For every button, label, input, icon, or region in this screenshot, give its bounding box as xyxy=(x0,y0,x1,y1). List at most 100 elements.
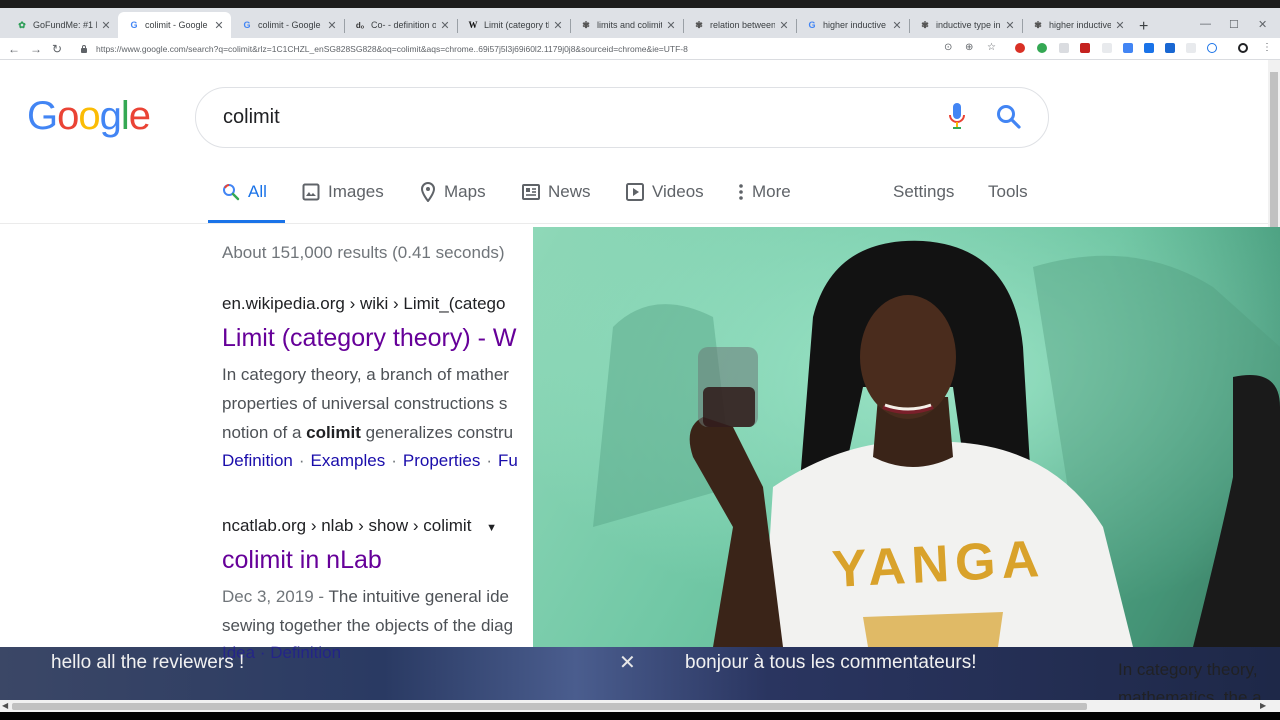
logo-letter: g xyxy=(99,94,122,138)
extension-icon[interactable] xyxy=(1037,43,1047,53)
sitelink[interactable]: Properties xyxy=(403,451,480,470)
zoom-icon[interactable]: ⊕ xyxy=(965,42,973,53)
extension-icon[interactable] xyxy=(1165,43,1175,53)
browser-toolbar: ← → ↻ https://www.google.com/search?q=co… xyxy=(0,38,1280,60)
address-bar[interactable]: https://www.google.com/search?q=colimit&… xyxy=(74,40,1004,58)
sitelink[interactable]: Examples xyxy=(311,451,386,470)
tab-more[interactable]: More xyxy=(738,182,791,202)
tab-title: limits and colimits i xyxy=(597,20,662,30)
tab-close-icon[interactable]: ✕ xyxy=(326,19,338,32)
reload-icon[interactable]: ↻ xyxy=(52,41,62,57)
google-icon: G xyxy=(130,20,138,30)
result-cite[interactable]: ncatlab.org › nlab › show › colimit ▼ xyxy=(222,516,497,536)
caret-down-icon[interactable]: ▼ xyxy=(486,522,497,534)
tab-title: colimit - Google Se xyxy=(145,20,210,30)
browser-tab[interactable]: ✾ limits and colimits i ✕ xyxy=(570,12,683,38)
browser-tab-active[interactable]: G colimit - Google Se ✕ xyxy=(118,12,231,38)
snippet-line: sewing together the objects of the diag xyxy=(222,616,514,635)
scrollbar-thumb[interactable] xyxy=(12,703,1087,710)
extension-icon[interactable] xyxy=(1059,43,1069,53)
browser-tab[interactable]: ✾ higher inductive typ ✕ xyxy=(1022,12,1132,38)
result-sitelinks: Definition · Examples · Properties · Fu xyxy=(222,451,518,471)
tab-close-icon[interactable]: ✕ xyxy=(100,19,112,32)
webcam-overlay: YANGA xyxy=(533,227,1280,647)
search-input[interactable]: colimit xyxy=(195,87,1049,148)
close-window-icon[interactable]: ✕ xyxy=(1258,18,1267,31)
google-logo[interactable]: Google xyxy=(27,94,151,139)
close-icon[interactable]: ✕ xyxy=(619,650,636,675)
tab-close-icon[interactable]: ✕ xyxy=(1114,19,1126,32)
profile-icon[interactable] xyxy=(1238,43,1248,53)
extension-icon[interactable] xyxy=(1144,43,1154,53)
screen: ✿ GoFundMe: #1 In Fu ✕ G colimit - Googl… xyxy=(0,0,1280,720)
browser-tab[interactable]: W Limit (category the ✕ xyxy=(457,12,570,38)
extension-icon[interactable] xyxy=(1186,43,1196,53)
translate-icon[interactable] xyxy=(1123,43,1133,53)
tab-close-icon[interactable]: ✕ xyxy=(439,19,451,32)
tab-all[interactable]: All xyxy=(222,182,267,202)
sitelink[interactable]: Definition xyxy=(270,643,341,662)
browser-tab[interactable]: ✾ relation between ty ✕ xyxy=(683,12,796,38)
tab-maps[interactable]: Maps xyxy=(420,182,486,202)
scroll-right-icon[interactable]: ▶ xyxy=(1260,701,1266,710)
tab-close-icon[interactable]: ✕ xyxy=(778,19,790,32)
tab-close-icon[interactable]: ✕ xyxy=(552,19,564,32)
result-cite[interactable]: en.wikipedia.org › wiki › Limit_(catego xyxy=(222,294,505,314)
tab-close-icon[interactable]: ✕ xyxy=(891,19,903,32)
result-title-link[interactable]: Limit (category theory) - W xyxy=(222,324,517,353)
bottom-frame xyxy=(0,712,1280,720)
tab-close-icon[interactable]: ✕ xyxy=(213,19,225,32)
extension-icon[interactable] xyxy=(1102,43,1112,53)
google-icon: G xyxy=(808,20,816,30)
new-tab-button[interactable]: + xyxy=(1139,19,1148,35)
tab-label: All xyxy=(248,182,267,201)
scrollbar-thumb[interactable] xyxy=(1270,72,1278,242)
sitelink[interactable]: Definition xyxy=(222,451,293,470)
banner-message-english: hello all the reviewers ! xyxy=(51,652,245,673)
browser-tab[interactable]: dₒ Co- - definition of c ✕ xyxy=(344,12,457,38)
maximize-icon[interactable]: ☐ xyxy=(1229,18,1239,31)
caption-banner: Idea · Definition hello all the reviewer… xyxy=(0,643,1280,707)
horizontal-scrollbar[interactable]: ◀ ▶ xyxy=(0,700,1280,712)
snippet-line: Dec 3, 2019 - The intuitive general ide xyxy=(222,582,513,611)
microphone-icon[interactable] xyxy=(946,101,968,133)
separator: · xyxy=(391,451,397,470)
result-title-link[interactable]: colimit in nLab xyxy=(222,546,382,575)
scroll-left-icon[interactable]: ◀ xyxy=(2,701,8,710)
tab-label: More xyxy=(752,182,791,201)
image-icon xyxy=(302,183,320,201)
tab-news[interactable]: News xyxy=(522,182,591,202)
browser-tab[interactable]: ✿ GoFundMe: #1 In Fu ✕ xyxy=(6,12,118,38)
menu-kebab-icon[interactable]: ⋮ xyxy=(1262,42,1272,53)
wikipedia-icon: W xyxy=(468,20,478,30)
browser-tab[interactable]: G higher inductive typ ✕ xyxy=(796,12,909,38)
snippet-text: generalizes constru xyxy=(360,423,514,442)
tab-label: Settings xyxy=(893,182,955,201)
bookmark-star-icon[interactable]: ☆ xyxy=(987,42,996,53)
browser-tab[interactable]: G colimit - Google Se ✕ xyxy=(231,12,344,38)
result-snippet: Dec 3, 2019 - The intuitive general ide … xyxy=(222,582,513,640)
location-icon[interactable]: ⊙ xyxy=(944,42,952,53)
extension-icon[interactable] xyxy=(1207,43,1217,53)
extension-icon[interactable] xyxy=(1015,43,1025,53)
tab-tools[interactable]: Tools xyxy=(988,182,1028,202)
tab-settings[interactable]: Settings xyxy=(893,182,954,202)
divider xyxy=(0,223,1270,224)
tab-close-icon[interactable]: ✕ xyxy=(1004,19,1016,32)
sitelink[interactable]: Fu xyxy=(498,451,518,470)
tab-label: Maps xyxy=(444,182,486,201)
forward-icon[interactable]: → xyxy=(30,41,42,57)
search-icon[interactable] xyxy=(996,104,1022,130)
url-text: https://www.google.com/search?q=colimit&… xyxy=(96,44,688,54)
tab-close-icon[interactable]: ✕ xyxy=(665,19,677,32)
tab-images[interactable]: Images xyxy=(302,182,384,202)
extension-icon[interactable] xyxy=(1080,43,1090,53)
browser-tab[interactable]: ✾ inductive type in n ✕ xyxy=(909,12,1022,38)
minimize-icon[interactable]: — xyxy=(1200,18,1211,30)
map-pin-icon xyxy=(420,182,436,202)
tab-label: Tools xyxy=(988,182,1028,201)
back-icon[interactable]: ← xyxy=(8,41,20,57)
tab-videos[interactable]: Videos xyxy=(626,182,704,202)
gofundme-icon: ✿ xyxy=(18,19,26,30)
cite-text: ncatlab.org › nlab › show › colimit xyxy=(222,516,472,535)
